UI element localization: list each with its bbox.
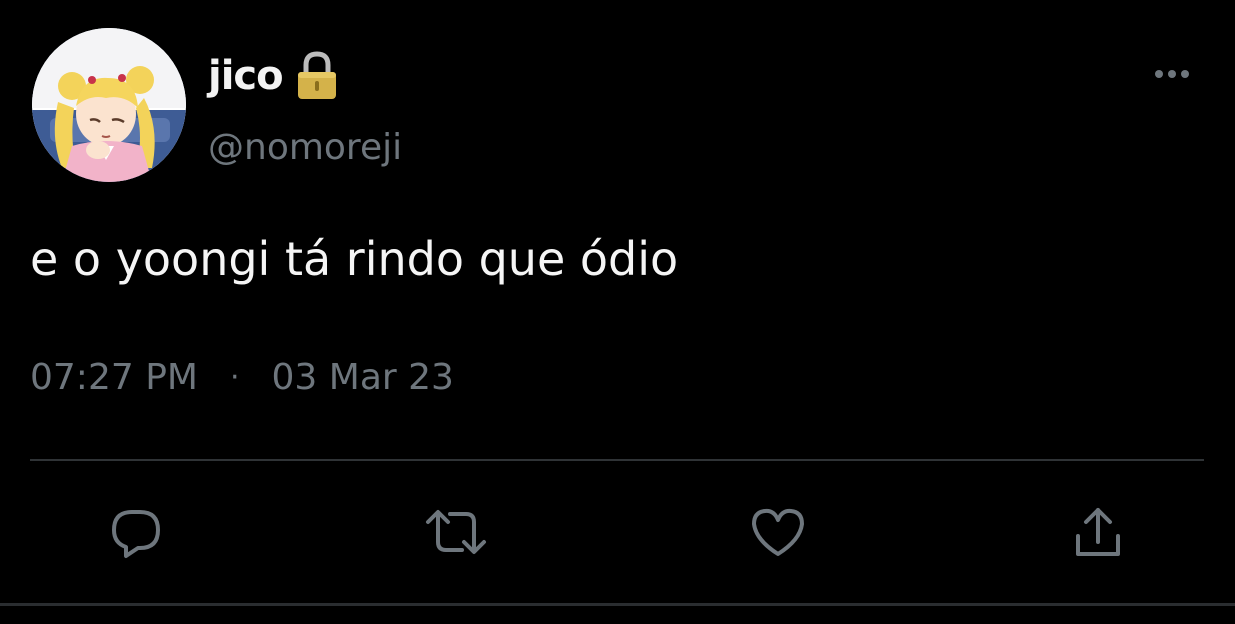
retweet-icon bbox=[426, 510, 486, 554]
reply-icon bbox=[112, 510, 160, 558]
meta-separator: · bbox=[229, 360, 240, 395]
bottom-divider bbox=[0, 603, 1235, 606]
tweet-meta: 07:27 PM · 03 Mar 23 bbox=[30, 360, 454, 396]
reply-button[interactable] bbox=[104, 500, 168, 564]
share-icon bbox=[1076, 508, 1120, 556]
like-button[interactable] bbox=[746, 500, 810, 564]
avatar[interactable] bbox=[32, 28, 186, 182]
author-handle[interactable]: @nomoreji bbox=[208, 130, 402, 166]
more-options-button[interactable] bbox=[1144, 56, 1200, 92]
share-button[interactable] bbox=[1066, 500, 1130, 564]
tweet-time[interactable]: 07:27 PM bbox=[30, 360, 198, 396]
lock-icon bbox=[295, 51, 339, 101]
retweet-button[interactable] bbox=[424, 500, 488, 564]
tweet-date[interactable]: 03 Mar 23 bbox=[272, 360, 454, 396]
display-name-text: jico bbox=[208, 53, 284, 99]
more-options-icon bbox=[1155, 70, 1189, 78]
divider bbox=[30, 459, 1204, 461]
like-icon bbox=[752, 508, 804, 556]
sailor-moon-avatar-icon bbox=[32, 28, 186, 182]
tweet-text: e o yoongi tá rindo que ódio bbox=[30, 232, 679, 286]
tweet-card: jico @nomoreji e o yoongi tá rindo que ó… bbox=[0, 0, 1235, 624]
author-display-name[interactable]: jico bbox=[208, 48, 339, 104]
